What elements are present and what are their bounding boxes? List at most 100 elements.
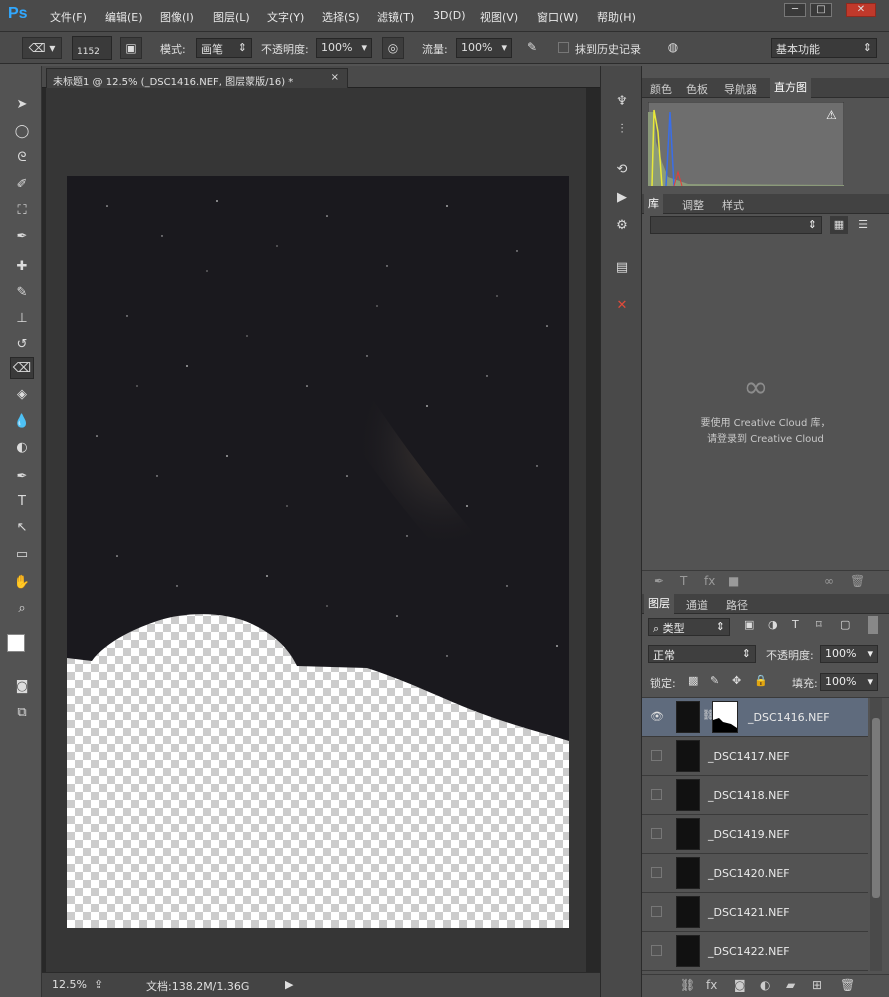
hand-tool-icon[interactable]: ✋ <box>10 572 34 594</box>
brush-library-icon[interactable]: ✒ <box>654 574 664 588</box>
lock-position-icon[interactable]: ✥ <box>732 674 741 687</box>
brush-size-picker[interactable]: 1152 <box>72 36 112 60</box>
lock-transparent-icon[interactable]: ▩ <box>688 674 698 687</box>
move-tool-icon[interactable]: ➤ <box>10 94 34 116</box>
opacity-input[interactable]: 100% ▾ <box>316 38 372 58</box>
library-select[interactable]: ⇕ <box>650 216 822 234</box>
blur-tool-icon[interactable]: 💧 <box>10 411 34 433</box>
zoom-level[interactable]: 12.5% <box>52 978 87 991</box>
document-tab[interactable]: 未标题1 @ 12.5% (_DSC1416.NEF, 图层蒙版/16) * × <box>46 68 348 88</box>
dodge-tool-icon[interactable]: ◐ <box>10 437 34 459</box>
lasso-tool-icon[interactable]: ᘓ <box>10 147 34 169</box>
cc-sync-icon[interactable]: ∞ <box>824 574 834 588</box>
tab-swatches[interactable]: 色板 <box>686 81 708 97</box>
text-library-icon[interactable]: T <box>680 574 687 588</box>
new-group-icon[interactable]: ▰ <box>786 978 795 992</box>
lock-pixels-icon[interactable]: ✎ <box>710 674 719 687</box>
history-panel-icon[interactable]: ⟲ <box>611 160 633 180</box>
pen-tool-icon[interactable]: ✒ <box>10 466 34 488</box>
brush-tool-icon[interactable]: ✎ <box>10 282 34 304</box>
menu-window[interactable]: 窗口(W) <box>537 9 578 25</box>
actions-play-icon[interactable]: ▶ <box>611 188 633 208</box>
crop-tool-icon[interactable]: ⛶ <box>10 200 34 222</box>
visibility-toggle[interactable] <box>651 945 662 956</box>
adjustment-layer-icon[interactable]: ◐ <box>760 978 770 992</box>
eye-icon[interactable]: 👁 <box>650 710 664 724</box>
tab-channels[interactable]: 通道 <box>686 597 708 613</box>
menu-3d[interactable]: 3D(D) <box>433 9 466 22</box>
fx-library-icon[interactable]: fx <box>704 574 715 588</box>
filter-shape-icon[interactable]: ⌑ <box>816 618 822 631</box>
paint-bucket-icon[interactable]: ◈ <box>10 384 34 406</box>
layer-row[interactable]: 👁 ⛓ _DSC1416.NEF <box>642 698 868 737</box>
tab-layers[interactable]: 图层 <box>644 594 674 614</box>
layer-row[interactable]: _DSC1421.NEF <box>642 893 868 932</box>
menu-filter[interactable]: 滤镜(T) <box>377 9 414 25</box>
status-menu-arrow-icon[interactable]: ▶ <box>285 978 293 991</box>
filter-toggle-icon[interactable] <box>868 616 878 634</box>
blend-mode-select[interactable]: 正常 ⇕ <box>648 645 756 663</box>
menu-image[interactable]: 图像(I) <box>160 9 194 25</box>
delete-layer-icon[interactable]: 🗑 <box>840 978 855 992</box>
clone-source-icon[interactable]: ⚙ <box>611 216 633 236</box>
tool-presets-icon[interactable]: ✕ <box>611 296 633 316</box>
history-checkbox[interactable] <box>558 42 569 53</box>
brush-panel-icon[interactable]: ▣ <box>120 37 142 59</box>
history-brush-icon[interactable]: ↺ <box>10 334 34 356</box>
layer-row[interactable]: _DSC1418.NEF <box>642 776 868 815</box>
tab-paths[interactable]: 路径 <box>726 597 748 613</box>
fill-input[interactable]: 100% ▾ <box>820 673 878 691</box>
layer-mask-thumbnail[interactable] <box>712 701 738 733</box>
maximize-button[interactable]: □ <box>810 3 832 17</box>
trash-icon[interactable]: 🗑 <box>850 574 865 588</box>
filter-smart-icon[interactable]: ▢ <box>840 618 850 631</box>
minimize-button[interactable]: ─ <box>784 3 806 17</box>
layer-opacity-input[interactable]: 100% ▾ <box>820 645 878 663</box>
visibility-toggle[interactable] <box>651 906 662 917</box>
layer-row[interactable]: _DSC1417.NEF <box>642 737 868 776</box>
tab-color[interactable]: 颜色 <box>650 81 672 97</box>
export-icon[interactable]: ⇪ <box>94 978 103 991</box>
menu-edit[interactable]: 编辑(E) <box>105 9 143 25</box>
properties-panel-icon[interactable]: ▤ <box>611 258 633 278</box>
tab-navigator[interactable]: 导航器 <box>724 81 757 97</box>
layer-style-icon[interactable]: fx <box>706 978 717 992</box>
visibility-toggle[interactable] <box>651 789 662 800</box>
new-layer-icon[interactable]: ⊞ <box>812 978 822 992</box>
flow-input[interactable]: 100% ▾ <box>456 38 512 58</box>
close-tab-icon[interactable]: × <box>331 72 339 83</box>
menu-layer[interactable]: 图层(L) <box>213 9 250 25</box>
menu-view[interactable]: 视图(V) <box>480 9 518 25</box>
link-layers-icon[interactable]: ⛓ <box>680 978 695 992</box>
list-view-icon[interactable]: ☰ <box>854 216 872 234</box>
zoom-tool-icon[interactable]: ⌕ <box>10 598 34 620</box>
layer-row[interactable]: _DSC1420.NEF <box>642 854 868 893</box>
menu-help[interactable]: 帮助(H) <box>597 9 636 25</box>
filter-pixel-icon[interactable]: ▣ <box>744 618 754 631</box>
rectangle-tool-icon[interactable]: ▭ <box>10 544 34 566</box>
document-canvas[interactable] <box>67 176 569 928</box>
clone-stamp-icon[interactable]: ⊥ <box>10 308 34 330</box>
layers-scrollbar[interactable] <box>870 698 882 971</box>
layer-row[interactable]: _DSC1422.NEF <box>642 932 868 971</box>
menu-select[interactable]: 选择(S) <box>322 9 360 25</box>
filter-adjustment-icon[interactable]: ◑ <box>768 618 778 631</box>
tab-library[interactable]: 库 <box>644 194 663 214</box>
pressure-size-icon[interactable]: ◍ <box>662 37 684 59</box>
layer-filter-select[interactable]: ⌕ 类型 ⇕ <box>648 618 730 636</box>
elliptical-marquee-icon[interactable]: ◯ <box>10 121 34 143</box>
brush-presets-icon[interactable]: ♆ <box>611 92 633 112</box>
tab-styles[interactable]: 样式 <box>722 197 744 213</box>
screen-mode-icon[interactable]: ⧉ <box>10 702 34 724</box>
add-mask-icon[interactable]: ◙ <box>734 978 746 992</box>
brush-settings-icon[interactable]: ⫶ <box>611 120 633 140</box>
scrollbar-thumb[interactable] <box>872 718 880 898</box>
foreground-color-swatch[interactable] <box>7 634 25 652</box>
menu-type[interactable]: 文字(Y) <box>267 9 304 25</box>
eyedropper-icon[interactable]: ✒ <box>10 226 34 248</box>
layer-row[interactable]: _DSC1419.NEF <box>642 815 868 854</box>
quick-mask-icon[interactable]: ◙ <box>10 676 34 698</box>
workspace-select[interactable]: 基本功能 ⇕ <box>771 38 877 58</box>
color-library-icon[interactable]: ■ <box>728 574 739 588</box>
mode-select[interactable]: 画笔 ⇕ <box>196 38 252 58</box>
